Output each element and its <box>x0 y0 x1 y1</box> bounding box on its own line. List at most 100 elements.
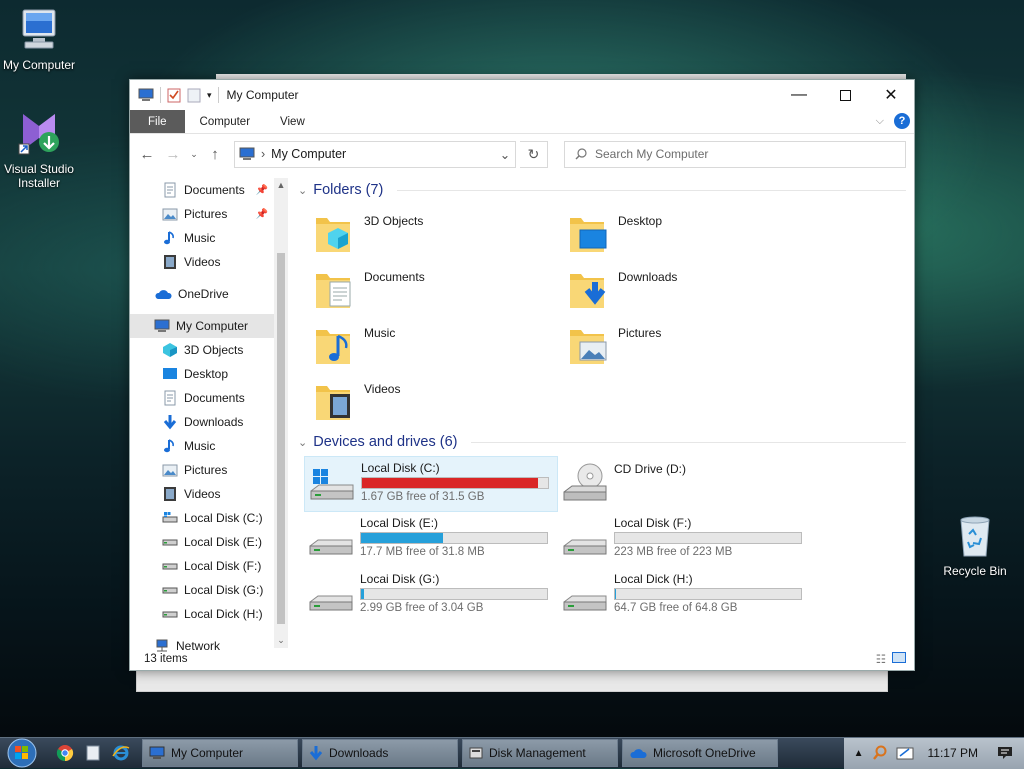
nav-item-pictures[interactable]: Pictures <box>130 458 288 482</box>
folder-item-videos[interactable]: Videos <box>314 370 568 426</box>
details-view-icon[interactable]: ☷ <box>876 652 886 666</box>
search-tray-icon[interactable] <box>872 745 888 761</box>
drive-label: CD Drive (D:) <box>614 462 686 476</box>
toolbar-divider <box>160 87 161 103</box>
desktop-folder-icon <box>568 208 608 254</box>
drive-item-local-dick-h[interactable]: Local Dick (H:)64.7 GB free of 64.8 GB <box>558 568 812 624</box>
desktop-icon-my-computer[interactable]: My Computer <box>0 8 78 72</box>
desktop-icon-visual-studio-installer[interactable]: Visual Studio Installer <box>0 106 78 190</box>
scroll-thumb[interactable] <box>277 253 285 624</box>
drive-item-local-disk-c[interactable]: Local Disk (C:)1.67 GB free of 31.5 GB <box>304 456 558 512</box>
drive-usage-fill <box>362 478 538 488</box>
system-drive-icon <box>309 459 355 505</box>
nav-item-music[interactable]: Music <box>130 226 288 250</box>
drive-icon <box>308 570 354 616</box>
drives-group-header[interactable]: ⌄ Devices and drives (6) <box>298 430 914 454</box>
search-placeholder: Search My Computer <box>595 147 708 161</box>
help-icon[interactable]: ? <box>894 113 910 129</box>
taskbar-button-disk-management[interactable]: Disk Management <box>462 739 618 767</box>
nav-item-label: Desktop <box>184 367 228 381</box>
nav-item-label: Music <box>184 231 215 245</box>
notifications-icon[interactable] <box>996 745 1014 761</box>
nav-scrollbar[interactable]: ▲ ⌄ <box>274 178 288 648</box>
breadcrumb-separator-icon[interactable]: › <box>261 147 265 161</box>
forward-button[interactable]: → <box>162 146 184 163</box>
internet-explorer-icon[interactable] <box>112 744 130 762</box>
address-dropdown-icon[interactable]: ⌄ <box>495 147 515 162</box>
chrome-icon[interactable] <box>56 744 74 762</box>
recent-locations-button[interactable]: ⌄ <box>188 149 200 160</box>
nav-item-documents[interactable]: Documents <box>130 386 288 410</box>
address-box[interactable]: › My Computer ⌄ <box>234 141 516 168</box>
taskbar-button-onedrive[interactable]: Microsoft OneDrive <box>622 739 778 767</box>
nav-item-onedrive[interactable]: OneDrive <box>130 282 288 306</box>
nav-item-pictures[interactable]: Pictures 📌 <box>130 202 288 226</box>
folder-item-3d-objects[interactable]: 3D Objects <box>314 202 568 258</box>
clock[interactable]: 11:17 PM <box>928 746 978 760</box>
nav-item-downloads[interactable]: Downloads <box>130 410 288 434</box>
minimize-icon: — <box>791 86 807 104</box>
start-button[interactable] <box>0 738 44 769</box>
customize-toolbar-icon[interactable]: ▾ <box>207 90 212 101</box>
properties-icon[interactable] <box>167 87 181 103</box>
tab-view[interactable]: View <box>265 110 320 133</box>
nav-item-label: Documents <box>184 183 245 197</box>
folder-item-desktop[interactable]: Desktop <box>568 202 822 258</box>
breadcrumb-current[interactable]: My Computer <box>271 147 346 161</box>
drive-item-cd-drive-d[interactable]: CD Drive (D:) <box>558 456 812 512</box>
downloads-icon <box>162 414 178 430</box>
nav-item-local-disk-e[interactable]: Local Disk (E:) <box>130 530 288 554</box>
close-button[interactable]: ✕ <box>868 80 914 110</box>
refresh-button[interactable]: ↻ <box>520 141 548 168</box>
folders-grid: 3D ObjectsDesktopDocumentsDownloadsMusic… <box>298 202 914 426</box>
nav-item-label: Local Disk (F:) <box>184 559 261 573</box>
nav-item-my-computer[interactable]: My Computer <box>130 314 288 338</box>
group-title: Folders (7) <box>313 182 383 198</box>
folders-group-header[interactable]: ⌄ Folders (7) <box>298 178 914 202</box>
expand-ribbon-icon[interactable]: ⌵ <box>876 115 884 128</box>
taskbar-button-downloads[interactable]: Downloads <box>302 739 458 767</box>
explorer-quicklaunch-icon[interactable] <box>84 744 102 762</box>
up-button[interactable]: ↑ <box>204 146 226 163</box>
minimize-button[interactable]: — <box>776 80 822 110</box>
toolbar-divider <box>218 87 219 103</box>
pin-icon: 📌 <box>256 185 268 196</box>
back-button[interactable]: ← <box>136 146 158 163</box>
large-icons-view-icon[interactable] <box>892 652 906 663</box>
nav-item-desktop[interactable]: Desktop <box>130 362 288 386</box>
tab-computer[interactable]: Computer <box>185 110 266 133</box>
desktop-icon-recycle-bin[interactable]: Recycle Bin <box>936 512 1014 578</box>
nav-item-local-disk-c[interactable]: Local Disk (C:) <box>130 506 288 530</box>
drive-item-locai-disk-g[interactable]: Locai Disk (G:)2.99 GB free of 3.04 GB <box>304 568 558 624</box>
drive-item-local-disk-e[interactable]: Local Disk (E:)17.7 MB free of 31.8 MB <box>304 512 558 568</box>
onedrive-icon <box>629 747 647 759</box>
tab-file[interactable]: File <box>130 110 185 133</box>
scroll-up-icon[interactable]: ▲ <box>274 180 288 190</box>
folder-item-documents[interactable]: Documents <box>314 258 568 314</box>
scroll-down-icon[interactable]: ⌄ <box>274 635 288 646</box>
folder-item-music[interactable]: Music <box>314 314 568 370</box>
folder-item-pictures[interactable]: Pictures <box>568 314 822 370</box>
taskbar-button-my-computer[interactable]: My Computer <box>142 739 298 767</box>
folder-item-downloads[interactable]: Downloads <box>568 258 822 314</box>
desktop-icon <box>162 366 178 382</box>
nav-item-local-dick-h[interactable]: Local Dick (H:) <box>130 602 288 626</box>
search-input[interactable]: Search My Computer <box>564 141 906 168</box>
title-bar[interactable]: ▾ My Computer — ✕ <box>130 80 914 110</box>
nav-item-3d-objects[interactable]: 3D Objects <box>130 338 288 362</box>
new-folder-icon[interactable] <box>187 87 201 103</box>
taskbar-button-label: Disk Management <box>489 746 586 760</box>
nav-item-music[interactable]: Music <box>130 434 288 458</box>
nav-item-videos[interactable]: Videos <box>130 482 288 506</box>
maximize-button[interactable] <box>822 80 868 110</box>
nav-item-documents[interactable]: Documents 📌 <box>130 178 288 202</box>
taskbar-button-label: Microsoft OneDrive <box>653 746 756 760</box>
drive-usage-bar <box>614 588 802 600</box>
nav-item-local-disk-f[interactable]: Local Disk (F:) <box>130 554 288 578</box>
nav-item-label: Pictures <box>184 463 227 477</box>
nav-item-videos[interactable]: Videos <box>130 250 288 274</box>
show-hidden-icons-icon[interactable]: ▲ <box>854 748 864 759</box>
nav-item-local-disk-g[interactable]: Local Disk (G:) <box>130 578 288 602</box>
drive-item-local-disk-f[interactable]: Local Disk (F:)223 MB free of 223 MB <box>558 512 812 568</box>
pen-tray-icon[interactable] <box>896 745 914 761</box>
